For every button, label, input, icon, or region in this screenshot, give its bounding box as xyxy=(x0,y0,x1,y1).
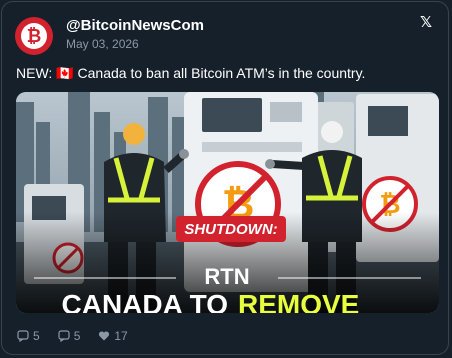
x-logo-icon[interactable]: 𝕏 xyxy=(418,15,434,31)
avatar[interactable]: ₿ xyxy=(15,17,53,55)
post-text: NEW: 🇨🇦 Canada to ban all Bitcoin ATM’s … xyxy=(16,65,366,81)
reply-button[interactable]: 5 xyxy=(17,329,40,343)
headline-white: CANADA TO xyxy=(62,289,228,313)
like-count: 17 xyxy=(114,329,128,343)
brand-label: RTN xyxy=(204,264,249,289)
repost-count: 5 xyxy=(73,329,81,343)
shutdown-label: SHUTDOWN: xyxy=(184,221,277,238)
like-button[interactable]: 17 xyxy=(98,329,128,343)
repost-icon xyxy=(58,330,70,342)
bitcoin-logo-icon: ₿ xyxy=(21,23,47,49)
headline-yellow: REMOVE xyxy=(238,289,359,313)
post-media-image[interactable]: ₿ ₿ xyxy=(16,92,439,313)
post-card: ₿ @BitcoinNewsCom May 03, 2026 𝕏 NEW: 🇨🇦… xyxy=(1,1,449,355)
repost-button[interactable]: 5 xyxy=(58,329,81,343)
action-bar: 5 5 17 xyxy=(17,329,128,343)
post-date: May 03, 2026 xyxy=(66,37,139,51)
atm-shutdown-image: ₿ ₿ xyxy=(16,92,439,313)
reply-icon xyxy=(17,330,29,342)
author-handle[interactable]: @BitcoinNewsCom xyxy=(66,17,204,34)
heart-icon xyxy=(99,331,110,341)
reply-count: 5 xyxy=(33,329,40,343)
